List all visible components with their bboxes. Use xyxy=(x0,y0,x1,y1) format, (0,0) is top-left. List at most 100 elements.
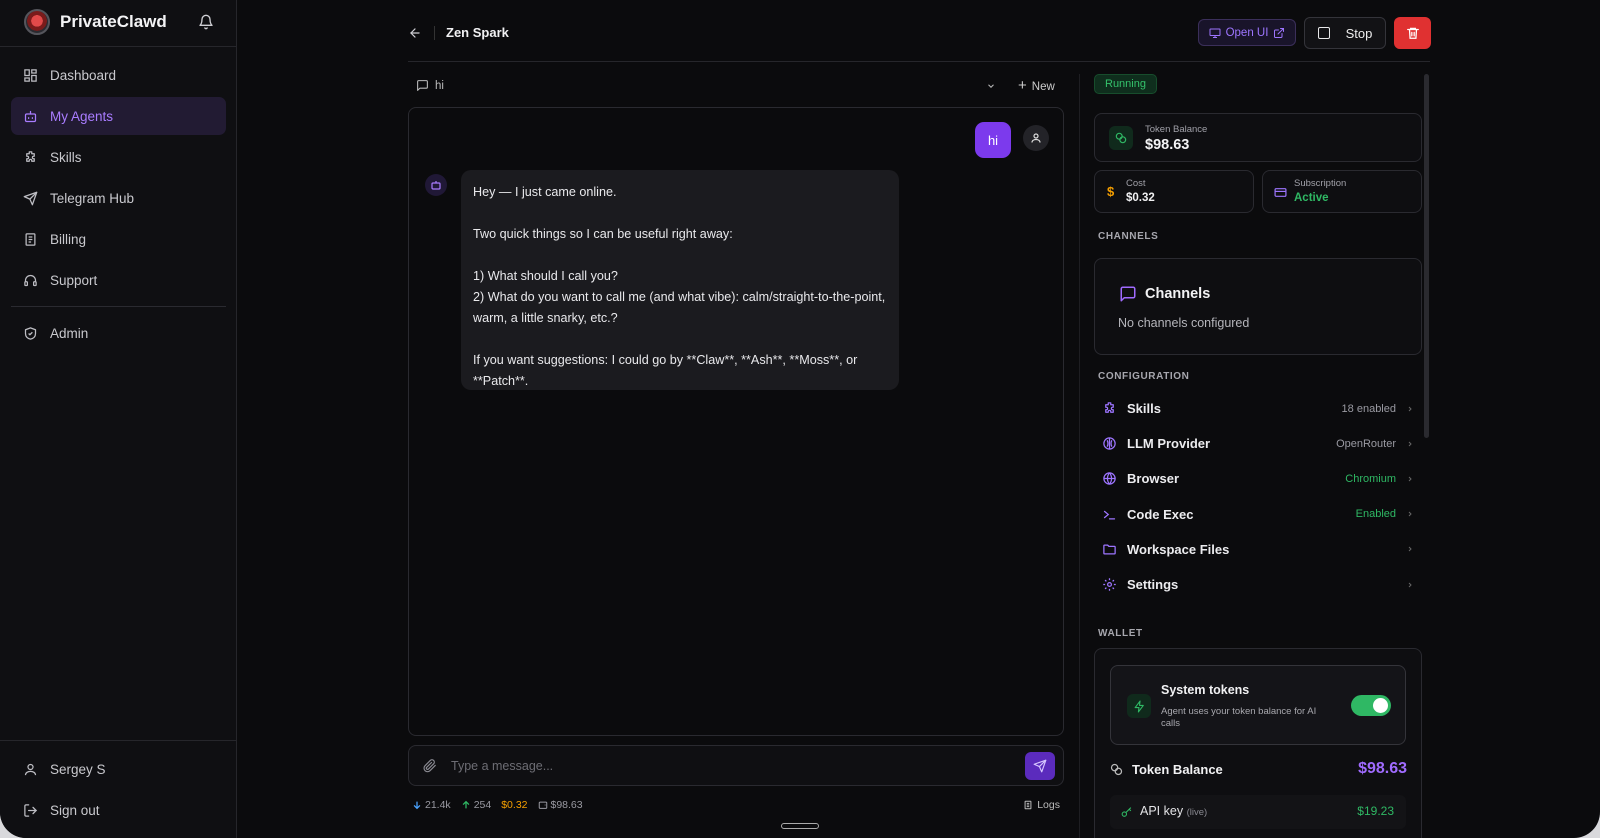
bell-icon[interactable] xyxy=(198,13,214,31)
balance-stat: $98.63 xyxy=(538,799,583,811)
message-composer xyxy=(408,745,1064,786)
new-thread-button[interactable]: + New xyxy=(1018,77,1055,94)
dollar-icon: $ xyxy=(1107,184,1115,199)
nav-item-dashboard[interactable]: Dashboard xyxy=(11,56,226,94)
brain-icon xyxy=(1103,437,1116,451)
subscription-label: Subscription xyxy=(1294,178,1347,189)
key-icon xyxy=(1121,807,1132,817)
config-label: LLM Provider xyxy=(1127,436,1211,452)
admin-nav: Admin xyxy=(11,314,226,355)
chevron-right-icon xyxy=(1408,511,1412,517)
config-label: Browser xyxy=(1127,471,1180,487)
agent-title: Zen Spark xyxy=(446,25,509,40)
api-key-row[interactable]: API key (live) $19.23 xyxy=(1110,795,1406,829)
bot-message-paragraph: 2) What do you want to call me (and what… xyxy=(473,290,886,325)
panel-scrollbar[interactable] xyxy=(1424,74,1429,438)
sign-out-button[interactable]: Sign out xyxy=(11,791,226,829)
nav-label: Dashboard xyxy=(50,67,117,83)
nav-item-billing[interactable]: Billing xyxy=(11,220,226,258)
config-value: Chromium xyxy=(1345,472,1396,485)
channels-card: Channels No channels configured xyxy=(1094,258,1422,355)
subscription-value: Active xyxy=(1294,192,1329,204)
system-tokens-toggle[interactable] xyxy=(1351,695,1391,716)
chevron-right-icon xyxy=(1408,406,1412,411)
file-text-icon xyxy=(1024,800,1032,810)
terminal-icon xyxy=(1103,510,1116,520)
dashboard-icon xyxy=(24,68,37,82)
open-ui-button[interactable]: Open UI xyxy=(1198,19,1296,46)
config-row-code-exec[interactable]: Code Exec Enabled xyxy=(1094,497,1422,532)
divider xyxy=(11,306,226,307)
token-balance-label: Token Balance xyxy=(1145,124,1208,135)
message-square-icon xyxy=(417,80,428,91)
nav-item-support[interactable]: Support xyxy=(11,261,226,299)
arrow-up-icon xyxy=(462,800,470,809)
paperclip-icon[interactable] xyxy=(423,759,437,773)
puzzle-icon xyxy=(1105,402,1114,413)
nav-item-my-agents[interactable]: My Agents xyxy=(11,97,226,135)
open-ui-label: Open UI xyxy=(1225,26,1269,39)
config-row-llm-provider[interactable]: LLM Provider OpenRouter xyxy=(1094,426,1422,461)
back-arrow-icon[interactable] xyxy=(408,26,422,40)
bot-avatar xyxy=(425,174,447,196)
system-tokens-description: Agent uses your token balance for AI cal… xyxy=(1161,706,1317,729)
main-nav: Dashboard My Agents Skills Telegram Hub … xyxy=(11,56,226,302)
channels-title: Channels xyxy=(1119,285,1210,303)
thread-title: hi xyxy=(435,79,444,92)
user-name: Sergey S xyxy=(50,761,106,777)
config-row-workspace-files[interactable]: Workspace Files xyxy=(1094,532,1422,567)
message-input[interactable] xyxy=(451,756,991,776)
monitor-icon xyxy=(1209,28,1221,38)
subscription-card: Subscription Active xyxy=(1262,170,1422,213)
config-row-skills[interactable]: Skills 18 enabled xyxy=(1094,391,1422,426)
wallet-balance-label: Token Balance xyxy=(1132,761,1223,777)
nav-item-skills[interactable]: Skills xyxy=(11,138,226,176)
cost-value: $0.32 xyxy=(501,799,528,811)
wallet-card: System tokens Agent uses your token bala… xyxy=(1094,648,1422,838)
user-profile[interactable]: Sergey S xyxy=(11,750,226,788)
arrow-down-icon xyxy=(413,801,421,810)
divider xyxy=(0,740,237,741)
nav-label: Billing xyxy=(50,231,87,247)
receipt-icon xyxy=(25,232,36,246)
logs-button[interactable]: Logs xyxy=(1023,799,1060,811)
cost-label: Cost xyxy=(1126,178,1146,189)
nav-label: Telegram Hub xyxy=(50,190,135,206)
logout-icon xyxy=(24,803,38,817)
new-label: New xyxy=(1031,80,1055,93)
puzzle-icon xyxy=(26,150,35,162)
stop-button[interactable]: Stop xyxy=(1304,17,1386,49)
config-row-browser[interactable]: Browser Chromium xyxy=(1094,461,1422,496)
user-avatar xyxy=(1023,125,1049,151)
configuration-list: Skills 18 enabled LLM Provider OpenRoute… xyxy=(1094,391,1422,602)
bot-icon xyxy=(431,181,441,190)
thread-selector[interactable]: hi xyxy=(416,79,444,92)
nav-item-telegram-hub[interactable]: Telegram Hub xyxy=(11,179,226,217)
tokens-out-stat: 254 xyxy=(461,799,491,811)
usage-stats: 21.4k 254 $0.32 $98.63 Logs xyxy=(412,797,1064,813)
configuration-section-heading: CONFIGURATION xyxy=(1098,371,1190,382)
wallet-token-balance-row: Token Balance $98.63 xyxy=(1109,760,1407,778)
credit-card-icon xyxy=(1274,188,1287,197)
config-row-settings[interactable]: Settings xyxy=(1094,567,1422,602)
stop-square-icon xyxy=(1317,27,1330,39)
bot-message-paragraph: Hey — I just came online. xyxy=(473,185,617,199)
delete-button[interactable] xyxy=(1394,17,1431,49)
app-window: PrivateClawd Dashboard My Agents Skills … xyxy=(0,0,1600,838)
divider xyxy=(434,26,435,40)
cost-card: $ Cost $0.32 xyxy=(1094,170,1254,213)
system-tokens-box: System tokens Agent uses your token bala… xyxy=(1110,665,1406,745)
chevron-down-icon[interactable] xyxy=(986,81,996,91)
shield-icon xyxy=(24,326,37,340)
tokens-in: 21.4k xyxy=(425,799,451,811)
nav-item-admin[interactable]: Admin xyxy=(11,314,226,352)
config-label: Skills xyxy=(1127,401,1161,417)
token-balance-card: Token Balance $98.63 xyxy=(1094,113,1422,162)
config-value: OpenRouter xyxy=(1336,437,1396,450)
send-button[interactable] xyxy=(1025,752,1055,780)
send-icon xyxy=(1033,759,1047,773)
coins-icon xyxy=(1109,126,1133,150)
external-link-icon xyxy=(1274,27,1285,38)
wallet-section-heading: WALLET xyxy=(1098,628,1143,639)
send-icon xyxy=(23,191,38,205)
